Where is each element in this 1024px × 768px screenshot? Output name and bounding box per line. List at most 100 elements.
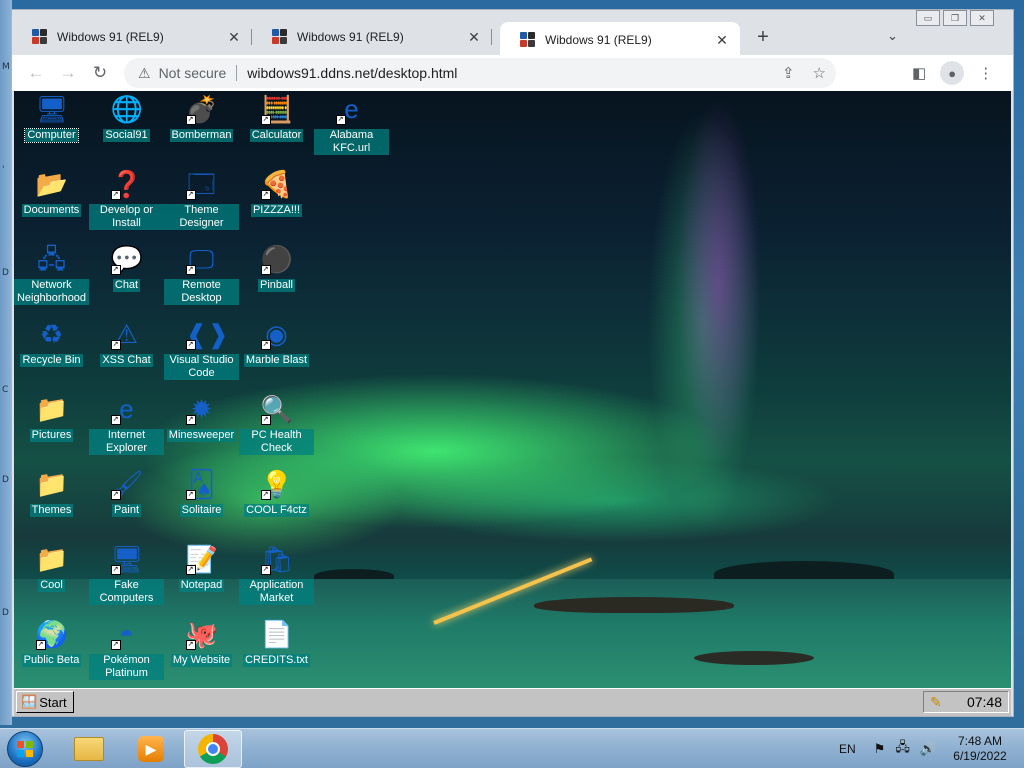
host-icon-glyph: M [2, 62, 10, 72]
shortcut-arrow-icon: ↗ [185, 115, 196, 125]
tab-close-icon[interactable]: ✕ [714, 32, 730, 49]
desktop-icon[interactable]: 💣 ↗ Bomberman [164, 93, 239, 142]
desktop-icon-label: Documents [21, 204, 82, 217]
desktop-icon-label: Application Market [239, 579, 314, 605]
desktop-icon[interactable]: 💡 ↗ COOL F4ctz [239, 468, 314, 517]
tab-close-icon[interactable]: ✕ [466, 29, 482, 46]
folder-icon: 📁 [35, 394, 68, 424]
desktop-icon-label: Pinball [257, 279, 296, 292]
notepad-icon: 📝 ↗ [185, 544, 218, 575]
wibdows-favicon-icon [32, 29, 48, 45]
chrome-taskbar-button[interactable] [184, 730, 242, 768]
language-indicator[interactable]: EN [839, 742, 856, 756]
tab-search-button[interactable]: ⌄ [887, 28, 898, 44]
mine-icon: ✹ ↗ [185, 393, 218, 425]
action-center-flag-icon[interactable]: ⚑ [874, 741, 886, 757]
browser-toolbar: ← → ↻ ⚠ Not secure wibdows91.ddns.net/de… [12, 55, 1013, 91]
desktop-icon-label: Solitaire [179, 504, 224, 517]
desktop-icon[interactable]: 🍕 ↗ PIZZZA!!! [239, 168, 314, 217]
desktop-icon[interactable]: 📝 ↗ Notepad [164, 543, 239, 592]
folder-open-icon: 📂 [35, 169, 68, 199]
back-arrow-icon[interactable]: ← [20, 63, 52, 83]
divider [236, 65, 238, 81]
wibdows-desktop[interactable]: 🖥 Computer 🌐 Social91 💣 ↗ Bomberman 🧮 ↗ Calculato… [14, 91, 1011, 688]
desktop-icon-label: Develop or Install [89, 204, 164, 230]
minimize-icon[interactable]: ▭ [916, 10, 940, 26]
desktop-icon-label: Fake Computers [89, 579, 164, 605]
reload-icon[interactable]: ↻ [84, 63, 116, 83]
desktop-icon[interactable]: 📄 CREDITS.txt [239, 618, 314, 667]
calculator-icon: 🧮 ↗ [260, 94, 293, 125]
desktop-icon[interactable]: 📁 Cool [14, 543, 89, 592]
desktop-icon[interactable]: 🂡 ↗ Solitaire [164, 468, 239, 517]
desktop-icon[interactable]: 💬 ↗ Chat [89, 243, 164, 292]
restore-icon[interactable]: ❐ [943, 10, 967, 26]
warning-triangle-icon[interactable]: ⚠ [138, 65, 151, 82]
desktop-icon[interactable]: 🖥 Computer [14, 93, 89, 143]
desktop-icon[interactable]: 🛍 ↗ Application Market [239, 543, 314, 605]
tab-2[interactable]: Wibdows 91 (REL9) ✕ [252, 22, 492, 52]
desktop-icon[interactable]: e ↗ Alabama KFC.url [314, 93, 389, 155]
menu-kebab-icon[interactable]: ⋮ [978, 64, 993, 82]
desktop-icon[interactable]: 🌍 ↗ Public Beta [14, 618, 89, 667]
desktop-icon[interactable]: ♻ Recycle Bin [14, 318, 89, 367]
desktop-icon[interactable]: ◉ ↗ Marble Blast [239, 318, 314, 367]
desktop-icon-label: Computer [24, 128, 79, 143]
wibdows-clock: 07:48 [966, 694, 1002, 710]
volume-icon[interactable]: 🔊 [920, 741, 936, 757]
tab-3-active[interactable]: Wibdows 91 (REL9) ✕ [500, 22, 740, 58]
ie-url-icon: e ↗ [335, 93, 368, 125]
desktop-icon[interactable]: 🌐 Social91 [89, 93, 164, 142]
desktop-icon[interactable]: ⚠ ↗ XSS Chat [89, 318, 164, 367]
tab-1[interactable]: Wibdows 91 (REL9) ✕ [12, 22, 252, 52]
wibdows-start-button[interactable]: 🪟 Start [16, 691, 74, 713]
desktop-icon[interactable]: ◓ ↗ Pokémon Platinum [89, 618, 164, 680]
wibdows-favicon-icon [272, 29, 288, 45]
chat-bubble-icon: 💬 ↗ [110, 244, 143, 275]
address-bar[interactable]: ⚠ Not secure wibdows91.ddns.net/desktop.… [124, 58, 836, 88]
desktop-icon[interactable]: 🗔 ↗ Theme Designer [164, 168, 239, 230]
bookmark-star-icon[interactable]: ☆ [813, 64, 826, 82]
url-text[interactable]: wibdows91.ddns.net/desktop.html [247, 65, 457, 81]
desktop-icon[interactable]: 🖥 ↗ Fake Computers [89, 543, 164, 605]
pizza-icon: 🍕 ↗ [260, 169, 293, 200]
desktop-icon[interactable]: ✹ ↗ Minesweeper [164, 393, 239, 442]
clock-date: 6/19/2022 [953, 749, 1007, 763]
tab-title: Wibdows 91 (REL9) [297, 30, 404, 44]
share-icon[interactable]: ⇪ [782, 64, 795, 82]
file-explorer-button[interactable] [60, 730, 118, 768]
desktop-icon[interactable]: 🧮 ↗ Calculator [239, 93, 314, 142]
key-icon[interactable]: ✎ [930, 694, 942, 711]
side-panel-icon[interactable]: ◧ [912, 64, 926, 82]
media-player-button[interactable]: ▶ [122, 730, 180, 768]
start-label: Start [39, 694, 67, 710]
forward-arrow-icon[interactable]: → [52, 63, 84, 83]
windows-start-orb-icon[interactable] [7, 731, 43, 767]
profile-avatar-icon[interactable]: ● [940, 61, 965, 85]
desktop-icon[interactable]: e ↗ Internet Explorer [89, 393, 164, 455]
desktop-icon[interactable]: ⚫ ↗ Pinball [239, 243, 314, 292]
desktop-icon-label: Cool [38, 579, 65, 592]
close-window-icon[interactable]: ✕ [970, 10, 994, 26]
folder-icon: 📁 [35, 469, 68, 499]
desktop-icon[interactable]: 📁 Themes [14, 468, 89, 517]
desktop-icon[interactable]: 📁 Pictures [14, 393, 89, 442]
desktop-icon[interactable]: 🐙 ↗ My Website [164, 618, 239, 667]
tab-close-icon[interactable]: ✕ [226, 29, 242, 46]
network-icon[interactable]: 🖧 [895, 738, 910, 760]
desktop-icon[interactable]: 🖵 ↗ Remote Desktop [164, 243, 239, 305]
desktop-icon[interactable]: ❓ ↗ Develop or Install [89, 168, 164, 230]
desktop-icon[interactable]: 📂 Documents [14, 168, 89, 217]
system-clock[interactable]: 7:48 AM 6/19/2022 [948, 734, 1012, 764]
new-tab-button[interactable]: + [752, 26, 774, 49]
folder-explorer-icon [74, 737, 104, 761]
desktop-icon[interactable]: 🖧 Network Neighborhood [14, 243, 89, 305]
desktop-icon[interactable]: ❰❱ ↗ Visual Studio Code [164, 318, 239, 380]
shortcut-arrow-icon: ↗ [110, 565, 121, 575]
marble-icon: ◉ ↗ [260, 318, 293, 350]
desktop-icon[interactable]: 🔍 ↗ PC Health Check [239, 393, 314, 455]
desktop-icon[interactable]: 🖌 ↗ Paint [89, 468, 164, 517]
computer-icon: 🖥 ↗ [110, 544, 144, 575]
security-status[interactable]: Not secure [159, 65, 227, 81]
window-icon: 🗔 ↗ [185, 169, 216, 200]
